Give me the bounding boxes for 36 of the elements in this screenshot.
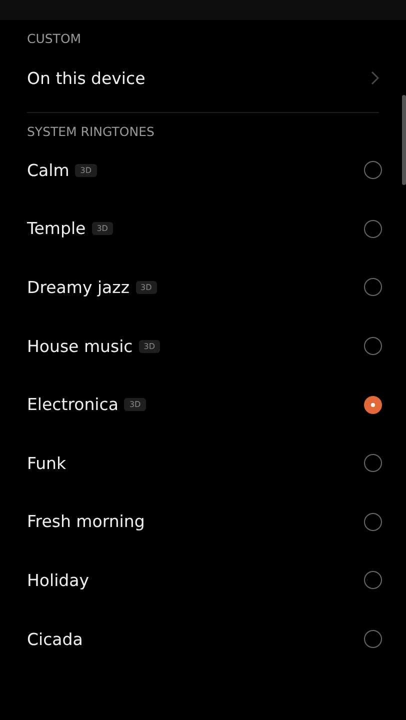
ringtone-name: Fresh morning bbox=[27, 512, 145, 532]
radio-button[interactable] bbox=[364, 396, 382, 414]
ringtone-name: Electronica bbox=[27, 395, 118, 414]
tag-label: 3D bbox=[138, 340, 160, 353]
list-item[interactable]: On this device bbox=[0, 48, 406, 108]
radio-button[interactable] bbox=[364, 220, 382, 238]
chevron-right-icon bbox=[371, 71, 379, 85]
tag-label: 3D bbox=[92, 222, 113, 236]
ringtone-name: Temple bbox=[27, 219, 86, 238]
radio-button[interactable] bbox=[364, 278, 382, 296]
tag-label: 3D bbox=[75, 164, 97, 177]
ringtone-name: Dreamy jazz bbox=[27, 278, 130, 297]
ringtone-item[interactable]: Dreamy jazz 3D bbox=[0, 258, 406, 317]
ringtone-item[interactable]: Electronica 3D bbox=[0, 375, 406, 434]
radio-button[interactable] bbox=[364, 630, 382, 648]
ringtone-item[interactable]: House music 3D bbox=[0, 316, 406, 376]
radio-button[interactable] bbox=[364, 337, 382, 356]
ringtone-name: Funk bbox=[27, 454, 66, 473]
ringtone-item[interactable]: Temple 3D bbox=[0, 200, 406, 258]
ringtone-item[interactable]: Holiday bbox=[0, 551, 406, 610]
radio-button[interactable] bbox=[364, 454, 382, 472]
tag-label: 3D bbox=[136, 280, 157, 294]
ringtone-name: Calm bbox=[27, 160, 70, 180]
radio-button[interactable] bbox=[364, 512, 382, 531]
section-heading: SYSTEM RINGTONES bbox=[26, 123, 156, 141]
ringtone-item[interactable]: Fresh morning bbox=[0, 492, 406, 552]
ringtone-name: Holiday bbox=[27, 570, 90, 590]
ringtone-item[interactable]: Cicada bbox=[0, 610, 406, 668]
ringtone-name: House music bbox=[27, 336, 133, 356]
ringtone-item[interactable]: Funk bbox=[0, 434, 406, 493]
tag-label: 3D bbox=[124, 398, 146, 412]
section-heading: CUSTOM bbox=[26, 30, 82, 48]
ringtone-item[interactable]: Calm 3D bbox=[0, 141, 406, 200]
radio-button[interactable] bbox=[364, 571, 382, 590]
radio-button[interactable] bbox=[364, 161, 382, 180]
ringtone-name: Cicada bbox=[27, 630, 83, 649]
